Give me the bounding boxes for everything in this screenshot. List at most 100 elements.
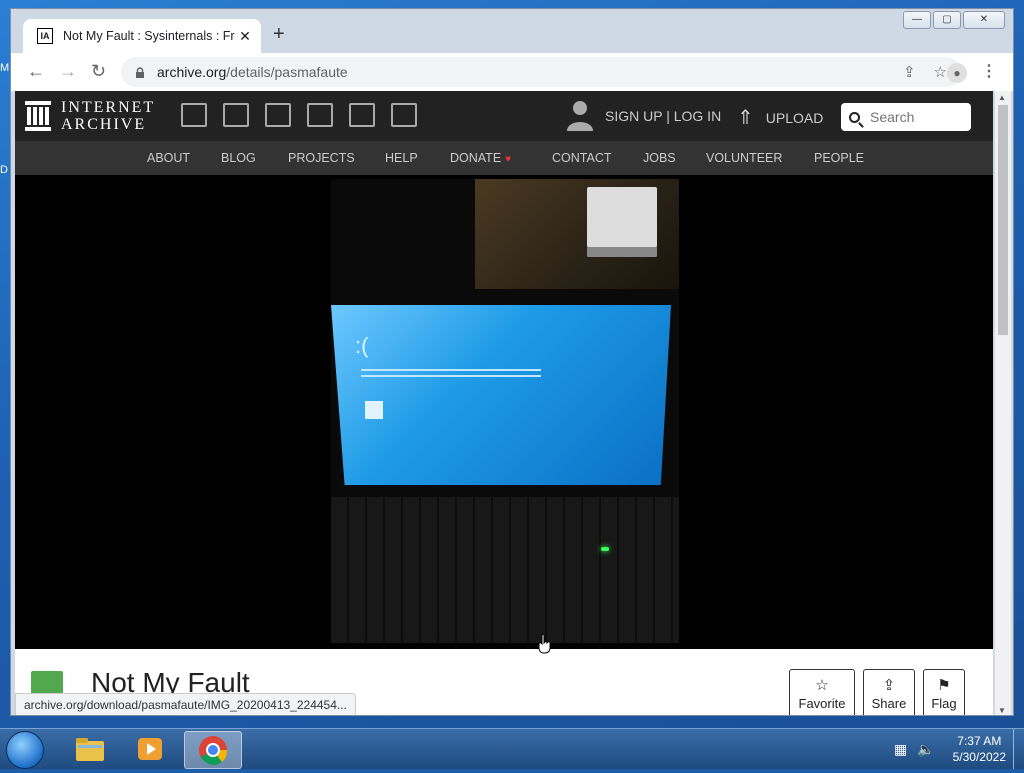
system-tray: ▦ 🔈 7:37 AM 5/30/2022 (884, 729, 1024, 769)
url-text: archive.org/details/pasmafaute (157, 64, 348, 80)
url-host: archive.org (157, 64, 227, 80)
nav-projects[interactable]: PROJECTS (288, 151, 355, 165)
play-icon (138, 738, 162, 760)
power-led (601, 547, 609, 551)
nav-volunteer[interactable]: VOLUNTEER (706, 151, 782, 165)
tab-close-icon[interactable]: ✕ (235, 28, 255, 45)
page-content: INTERNET ARCHIVE SIGN UP | LOG IN ⇑ UPLO… (15, 91, 993, 715)
flag-label: Flag (931, 696, 957, 711)
file-explorer-icon[interactable] (62, 731, 118, 767)
media-type-icons (181, 103, 417, 127)
share-page-icon[interactable]: ⇪ (903, 63, 916, 81)
start-button[interactable] (6, 731, 44, 769)
desktop-text-fragment: D (0, 164, 8, 176)
nav-people[interactable]: PEOPLE (814, 151, 864, 165)
scroll-down-icon[interactable]: ▼ (998, 706, 1006, 715)
nav-blog[interactable]: BLOG (221, 151, 256, 165)
laptop-keyboard (331, 497, 679, 643)
chrome-icon[interactable] (184, 731, 242, 769)
nav-donate[interactable]: DONATE ♥ (450, 151, 511, 165)
window-controls: — ▢ ✕ (903, 11, 1005, 29)
volume-icon[interactable]: 🔈 (917, 741, 934, 758)
forward-button[interactable]: → (59, 61, 77, 82)
share-button[interactable]: ⇪ Share (863, 669, 915, 715)
logo-line-1: INTERNET (61, 99, 156, 116)
profile-avatar-icon[interactable]: ● (947, 63, 967, 83)
nav-help[interactable]: HELP (385, 151, 418, 165)
logo-line-2: ARCHIVE (61, 116, 147, 133)
show-desktop-button[interactable] (1013, 729, 1024, 769)
web-icon[interactable] (181, 103, 207, 127)
upload-arrow-icon: ⇑ (737, 107, 754, 129)
clock[interactable]: 7:37 AM 5/30/2022 (953, 733, 1006, 765)
favorite-button[interactable]: ☆ Favorite (789, 669, 855, 715)
favorite-label: Favorite (798, 696, 846, 711)
image-viewer[interactable]: :( (15, 175, 993, 649)
address-bar[interactable]: archive.org/details/pasmafaute ⇪ ☆ (121, 57, 961, 87)
page-scrollbar[interactable]: ▲ ▼ (995, 91, 1011, 715)
hand-cursor-icon (538, 634, 551, 654)
clock-date: 5/30/2022 (952, 750, 1006, 764)
upload-label: UPLOAD (765, 109, 824, 126)
browser-menu-icon[interactable]: ⋮ (981, 61, 997, 81)
network-icon[interactable]: ▦ (894, 741, 907, 758)
texts-icon[interactable] (223, 103, 249, 127)
new-tab-button[interactable]: + (273, 23, 285, 46)
nav-contact[interactable]: CONTACT (552, 151, 612, 165)
photo-background (475, 179, 679, 289)
nav-about[interactable]: ABOUT (147, 151, 190, 165)
back-button[interactable]: ← (27, 61, 45, 82)
clock-time: 7:37 AM (957, 734, 1002, 748)
qr-code-icon (365, 401, 383, 419)
browser-toolbar: ← → ↻ archive.org/details/pasmafaute ⇪ ☆… (11, 53, 1013, 91)
scroll-thumb[interactable] (998, 105, 1008, 335)
bsod-screen: :( (331, 305, 671, 485)
images-icon[interactable] (391, 103, 417, 127)
bookmark-star-icon[interactable]: ☆ (934, 63, 947, 81)
heart-icon: ♥ (505, 154, 512, 165)
upload-link[interactable]: ⇑ UPLOAD (737, 105, 823, 130)
close-window-button[interactable]: ✕ (963, 11, 1005, 29)
link-status-bubble: archive.org/download/pasmafaute/IMG_2020… (15, 693, 356, 715)
browser-window: — ▢ ✕ IA Not My Fault : Sysinternals : F… (10, 8, 1014, 716)
reload-button[interactable]: ↻ (91, 61, 106, 82)
windows-taskbar: ▦ 🔈 7:37 AM 5/30/2022 (0, 728, 1024, 769)
audio-icon[interactable] (307, 103, 333, 127)
minimize-button[interactable]: — (903, 11, 931, 29)
chrome-logo-icon (199, 736, 228, 765)
ia-logo[interactable]: INTERNET ARCHIVE (25, 99, 155, 133)
photo-shelf (587, 187, 657, 257)
search-icon (849, 111, 860, 123)
scroll-up-icon[interactable]: ▲ (998, 93, 1006, 102)
flag-button[interactable]: ⚑ Flag (923, 669, 965, 715)
tray-icons: ▦ 🔈 (894, 741, 935, 758)
search-input[interactable] (868, 108, 967, 126)
flag-icon: ⚑ (937, 677, 951, 694)
ia-search-box[interactable] (841, 103, 971, 131)
tab-title: Not My Fault : Sysinternals : Free (63, 29, 235, 43)
lock-icon (136, 67, 144, 78)
ia-header: INTERNET ARCHIVE SIGN UP | LOG IN ⇑ UPLO… (15, 91, 993, 141)
archive-favicon-icon: IA (37, 28, 53, 44)
archive-building-icon (25, 101, 51, 131)
sign-up-login-link[interactable]: SIGN UP | LOG IN (605, 108, 721, 124)
share-icon: ⇪ (882, 677, 896, 694)
folder-icon (76, 738, 104, 761)
ia-nav-bar: ABOUT BLOG PROJECTS HELP DONATE ♥ CONTACT… (15, 141, 993, 175)
user-icon[interactable] (567, 99, 593, 131)
donate-label: DONATE (450, 151, 502, 165)
share-label: Share (871, 696, 907, 711)
media-player-icon[interactable] (122, 731, 178, 767)
ia-logo-text: INTERNET ARCHIVE (61, 99, 155, 133)
star-icon: ☆ (815, 677, 829, 694)
nav-jobs[interactable]: JOBS (643, 151, 676, 165)
url-path: /details/pasmafaute (226, 64, 348, 80)
software-icon[interactable] (349, 103, 375, 127)
address-bar-actions: ⇪ ☆ (903, 63, 947, 81)
browser-tab[interactable]: IA Not My Fault : Sysinternals : Free ✕ (23, 19, 261, 53)
video-icon[interactable] (265, 103, 291, 127)
item-photo[interactable]: :( (331, 179, 679, 643)
desktop-text-fragment: M (0, 62, 10, 74)
maximize-button[interactable]: ▢ (933, 11, 961, 29)
bsod-text-lines (361, 369, 541, 371)
